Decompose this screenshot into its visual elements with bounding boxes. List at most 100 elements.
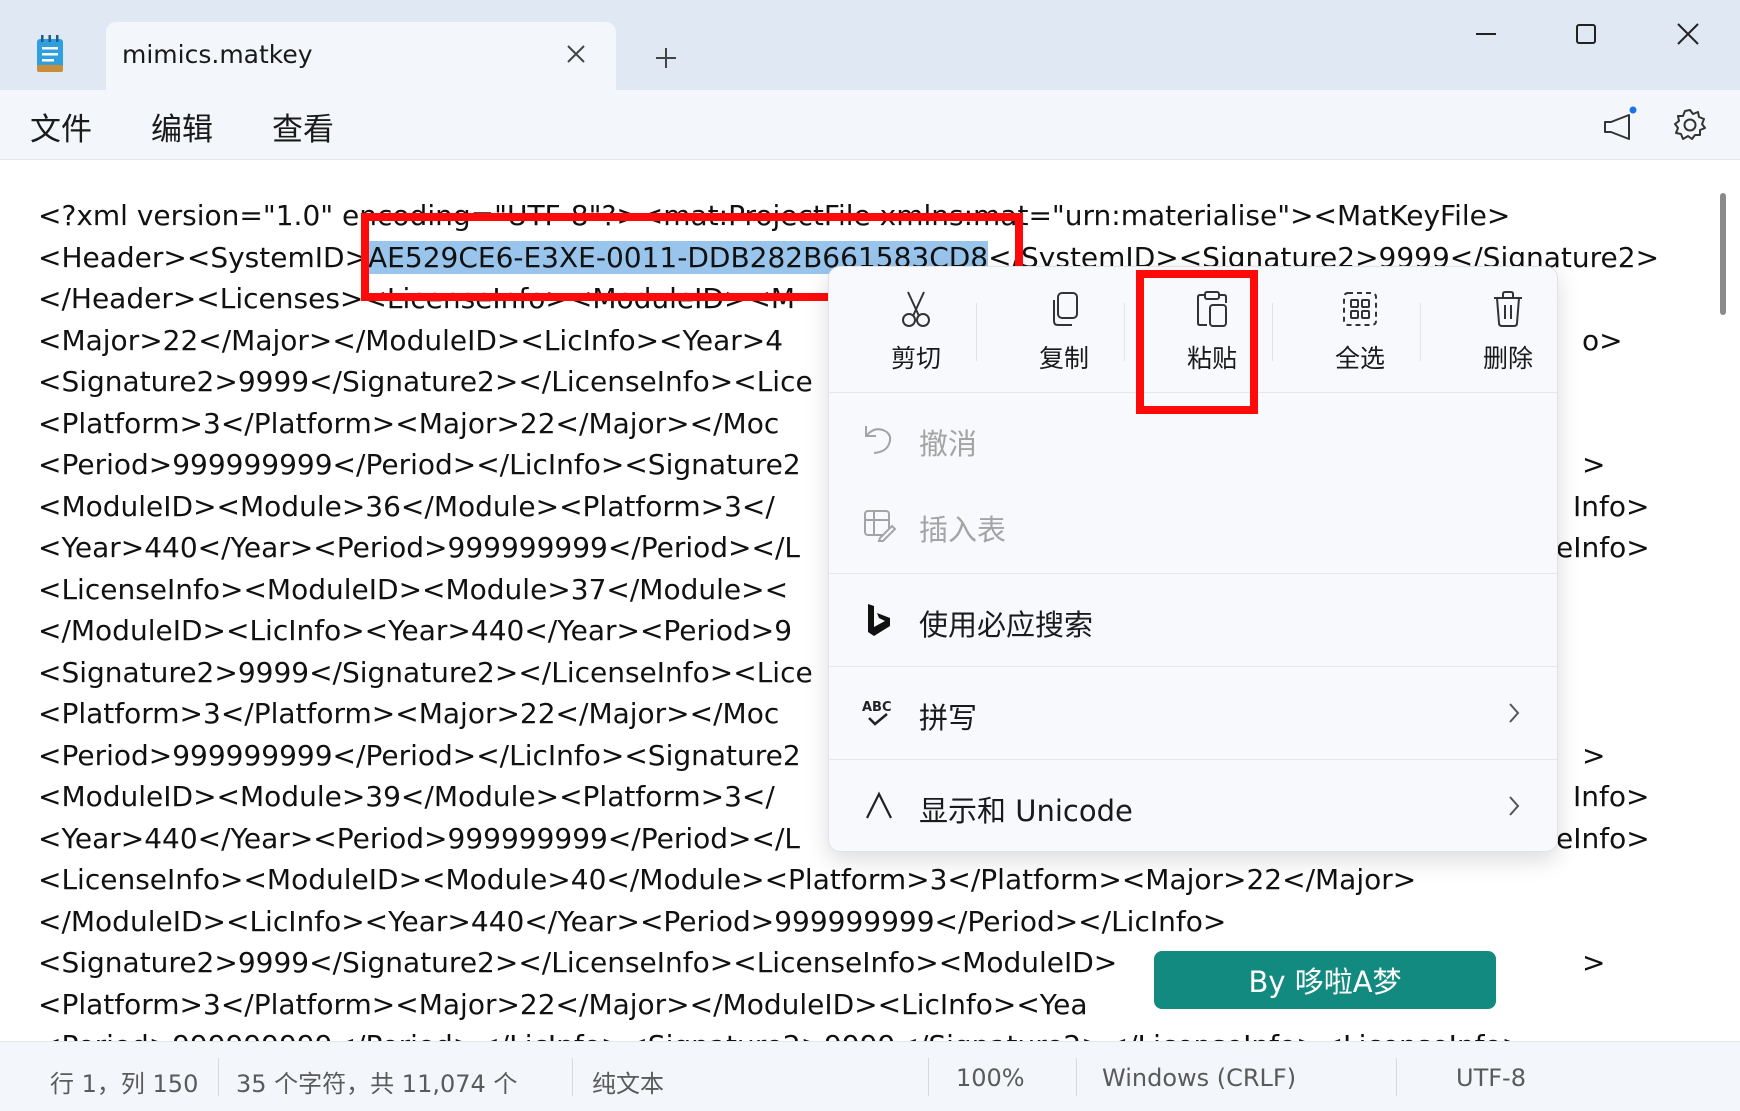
text-segment: <Signature2>9999</Signature2></LicenseIn… bbox=[38, 655, 813, 689]
text-segment: <Signature2>9999</Signature2></LicenseIn… bbox=[38, 946, 1118, 979]
separator bbox=[829, 759, 1557, 760]
separator bbox=[218, 1058, 219, 1096]
minimize-button[interactable] bbox=[1456, 12, 1516, 56]
separator bbox=[976, 303, 977, 361]
spelling-label: 拼写 bbox=[919, 701, 978, 735]
separator bbox=[829, 573, 1557, 574]
text-segment: eInfo> bbox=[1556, 531, 1650, 564]
zoom-level[interactable]: 100% bbox=[956, 1064, 1025, 1092]
delete-label: 删除 bbox=[1482, 344, 1533, 373]
menu-bar: 文件 编辑 查看 bbox=[0, 90, 1740, 160]
menu-view[interactable]: 查看 bbox=[272, 104, 334, 149]
text-segment: <Platform>3</Platform><Major>22</Major><… bbox=[38, 697, 780, 730]
close-icon bbox=[1677, 23, 1699, 45]
menu-edit[interactable]: 编辑 bbox=[151, 104, 213, 149]
text-segment: <Year>440</Year><Period>999999999</Perio… bbox=[38, 531, 801, 564]
separator bbox=[1076, 1058, 1077, 1096]
spellcheck-icon: ABC bbox=[859, 693, 899, 733]
text-segment: <Year>440</Year><Period>999999999</Perio… bbox=[38, 821, 801, 855]
maximize-button[interactable] bbox=[1556, 12, 1616, 56]
title-bar: mimics.matkey bbox=[0, 0, 1740, 90]
character-count: 35 个字符，共 11,074 个 bbox=[236, 1070, 518, 1098]
text-segment: > bbox=[1582, 448, 1606, 481]
text-segment: </ModuleID><LicInfo><Year>440</Year><Per… bbox=[38, 614, 793, 647]
delete-button[interactable]: 删除 bbox=[1448, 287, 1568, 387]
text-line: <LicenseInfo><ModuleID><Module>40</Modul… bbox=[38, 859, 1698, 901]
copy-button[interactable]: 复制 bbox=[1004, 287, 1124, 387]
undo-label: 撤消 bbox=[919, 427, 978, 461]
text-segment: <Period>999999999</Period></LicInfo><Sig… bbox=[38, 1029, 1525, 1041]
minimize-icon bbox=[1476, 33, 1496, 35]
undo-icon bbox=[859, 419, 899, 459]
text-segment: <ModuleID><Module>39</Module><Platform>3… bbox=[38, 780, 775, 813]
separator bbox=[1396, 1058, 1397, 1096]
insert-table-label: 插入表 bbox=[919, 513, 1007, 547]
table-icon bbox=[859, 505, 899, 545]
text-segment: <LicenseInfo><ModuleID><Module>40</Modul… bbox=[38, 863, 1417, 896]
notepad-app-icon bbox=[34, 34, 66, 74]
unicode-menu-item[interactable]: 显示和 Unicode bbox=[829, 768, 1557, 844]
text-segment: <Signature2>9999</Signature2></LicenseIn… bbox=[38, 365, 813, 398]
settings-button[interactable] bbox=[1665, 100, 1715, 150]
text-segment: > bbox=[1582, 738, 1606, 772]
svg-text:ABC: ABC bbox=[862, 700, 892, 715]
line-ending[interactable]: Windows (CRLF) bbox=[1102, 1064, 1296, 1092]
author-watermark: By 哆啦A梦 bbox=[1154, 951, 1496, 1009]
text-segment: eInfo> bbox=[1556, 821, 1650, 855]
text-segment: <LicenseInfo><ModuleID><Module>37</Modul… bbox=[38, 572, 789, 606]
text-segment: o> bbox=[1582, 323, 1623, 357]
chevron-right-icon bbox=[1499, 697, 1529, 729]
separator bbox=[1420, 303, 1421, 361]
copy-icon bbox=[1042, 287, 1086, 331]
text-segment: <Period>999999999</Period></LicInfo><Sig… bbox=[38, 738, 801, 772]
cut-button[interactable]: 剪切 bbox=[856, 287, 976, 387]
chevron-right-icon bbox=[1499, 790, 1529, 822]
close-icon bbox=[567, 45, 585, 63]
bing-search-menu-item[interactable]: 使用必应搜索 bbox=[829, 582, 1557, 658]
separator bbox=[928, 1058, 929, 1096]
vertical-scrollbar-thumb[interactable] bbox=[1720, 193, 1726, 315]
status-bar: 行 1，列 150 35 个字符，共 11,074 个 纯文本 100% Win… bbox=[0, 1041, 1740, 1111]
select-all-label: 全选 bbox=[1334, 344, 1385, 373]
encoding[interactable]: UTF-8 bbox=[1456, 1064, 1526, 1092]
plus-icon bbox=[656, 48, 676, 68]
text-segment: > bbox=[1582, 946, 1606, 979]
insert-table-menu-item[interactable]: 插入表 bbox=[829, 487, 1557, 563]
tab-close-button[interactable] bbox=[556, 34, 596, 74]
select-all-button[interactable]: 全选 bbox=[1300, 287, 1420, 387]
text-segment: <Platform>3</Platform><Major>22</Major><… bbox=[38, 987, 1088, 1021]
separator bbox=[829, 666, 1557, 667]
text-segment: <Major>22</Major></ModuleID><LicInfo><Ye… bbox=[38, 323, 784, 357]
tab-title: mimics.matkey bbox=[122, 40, 313, 69]
separator bbox=[1272, 303, 1273, 361]
select-all-icon bbox=[1338, 287, 1382, 331]
notepad-window: mimics.matkey 文件 编辑 查看 <?xml version="1.… bbox=[0, 0, 1740, 1111]
text-segment: Info> bbox=[1573, 489, 1650, 523]
tab-mimics-matkey[interactable]: mimics.matkey bbox=[106, 22, 616, 90]
highlight-box-paste bbox=[1136, 270, 1258, 414]
bing-search-label: 使用必应搜索 bbox=[919, 608, 1094, 642]
unicode-caret-icon bbox=[859, 786, 899, 826]
trash-icon bbox=[1486, 287, 1530, 331]
new-tab-button[interactable] bbox=[646, 38, 686, 78]
cursor-position: 行 1，列 150 bbox=[50, 1070, 199, 1098]
megaphone-icon bbox=[1604, 106, 1637, 140]
text-format: 纯文本 bbox=[592, 1070, 664, 1098]
text-line: <Period>999999999</Period></LicInfo><Sig… bbox=[38, 1025, 1698, 1041]
gear-icon bbox=[1674, 109, 1706, 140]
text-segment: <Header><SystemID> bbox=[38, 240, 369, 274]
announcements-button[interactable] bbox=[1594, 100, 1644, 150]
text-segment: <Platform>3</Platform><Major>22</Major><… bbox=[38, 406, 780, 440]
text-segment: </ModuleID><LicInfo><Year>440</Year><Per… bbox=[38, 904, 1227, 938]
bing-icon bbox=[859, 600, 899, 640]
menu-file[interactable]: 文件 bbox=[30, 104, 92, 149]
text-segment: <ModuleID><Module>36</Module><Platform>3… bbox=[38, 489, 775, 523]
maximize-icon bbox=[1576, 24, 1596, 44]
unicode-label: 显示和 Unicode bbox=[919, 794, 1133, 828]
separator bbox=[1124, 303, 1125, 361]
cut-label: 剪切 bbox=[890, 344, 941, 373]
close-window-button[interactable] bbox=[1658, 12, 1718, 56]
scissors-icon bbox=[894, 287, 938, 331]
separator bbox=[572, 1058, 573, 1096]
spelling-menu-item[interactable]: ABC 拼写 bbox=[829, 675, 1557, 751]
